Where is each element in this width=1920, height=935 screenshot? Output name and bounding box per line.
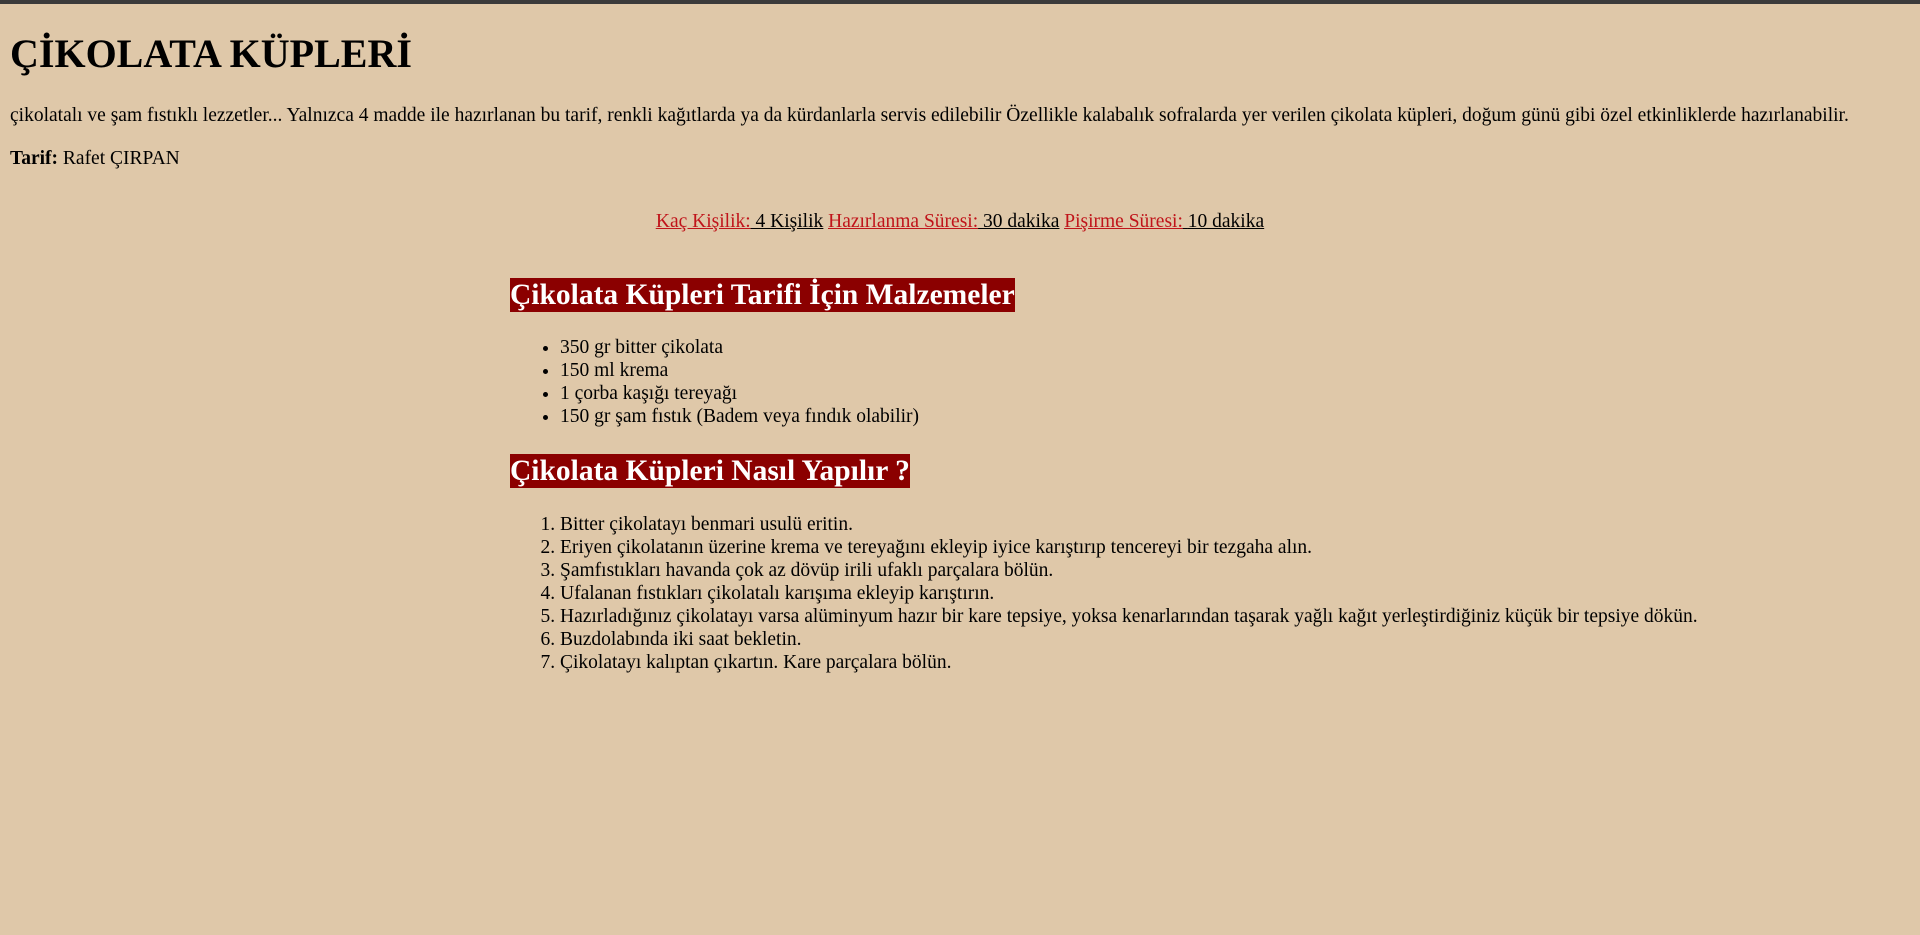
recipe-author: Tarif: Rafet ÇIRPAN [10, 147, 180, 171]
step-item: Ufalanan fıstıkları çikolatalı karışıma … [560, 582, 1698, 605]
ingredient-item: 1 çorba kaşığı tereyağı [560, 382, 919, 405]
ingredients-list: 350 gr bitter çikolata 150 ml krema 1 ço… [510, 336, 919, 428]
prep-time-value: 30 dakika [983, 211, 1060, 232]
step-item: Bitter çikolatayı benmari usulü eritin. [560, 513, 1698, 536]
step-item: Şamfıstıkları havanda çok az dövüp irili… [560, 559, 1698, 582]
ingredient-item: 350 gr bitter çikolata [560, 336, 919, 359]
prep-time-link[interactable]: Hazırlanma Süresi: 30 dakika [828, 211, 1059, 232]
recipe-meta: Kaç Kişilik: 4 Kişilik Hazırlanma Süresi… [10, 210, 1910, 234]
steps-heading: Çikolata Küpleri Nasıl Yapılır ? [510, 454, 910, 488]
step-item: Çikolatayı kalıptan çıkartın. Kare parça… [560, 651, 1698, 674]
page-title: ÇİKOLATA KÜPLERİ [10, 31, 412, 76]
cook-time-link[interactable]: Pişirme Süresi: 10 dakika [1064, 211, 1264, 232]
browser-top-border [0, 0, 1920, 4]
ingredients-heading: Çikolata Küpleri Tarifi İçin Malzemeler [510, 278, 1015, 312]
servings-label: Kaç Kişilik: [655, 211, 751, 232]
recipe-body: Çikolata Küpleri Tarifi İçin Malzemeler … [510, 278, 1698, 673]
prep-time-label: Hazırlanma Süresi: [828, 211, 979, 232]
author-name: Rafet ÇIRPAN [62, 148, 180, 169]
servings-value: 4 Kişilik [755, 211, 824, 232]
steps-list: Bitter çikolatayı benmari usulü eritin. … [510, 513, 1698, 674]
step-item: Eriyen çikolatanın üzerine krema ve tere… [560, 536, 1698, 559]
step-item: Buzdolabında iki saat bekletin. [560, 628, 1698, 651]
step-item: Hazırladığınız çikolatayı varsa alüminyu… [560, 605, 1698, 628]
servings-link[interactable]: Kaç Kişilik: 4 Kişilik [656, 211, 823, 232]
ingredient-item: 150 ml krema [560, 359, 919, 382]
author-label: Tarif: [10, 148, 59, 169]
cook-time-value: 10 dakika [1187, 211, 1265, 232]
cook-time-label: Pişirme Süresi: [1064, 211, 1183, 232]
recipe-intro: çikolatalı ve şam fıstıklı lezzetler... … [10, 105, 1849, 126]
ingredient-item: 150 gr şam fıstık (Badem veya fındık ola… [560, 405, 919, 428]
